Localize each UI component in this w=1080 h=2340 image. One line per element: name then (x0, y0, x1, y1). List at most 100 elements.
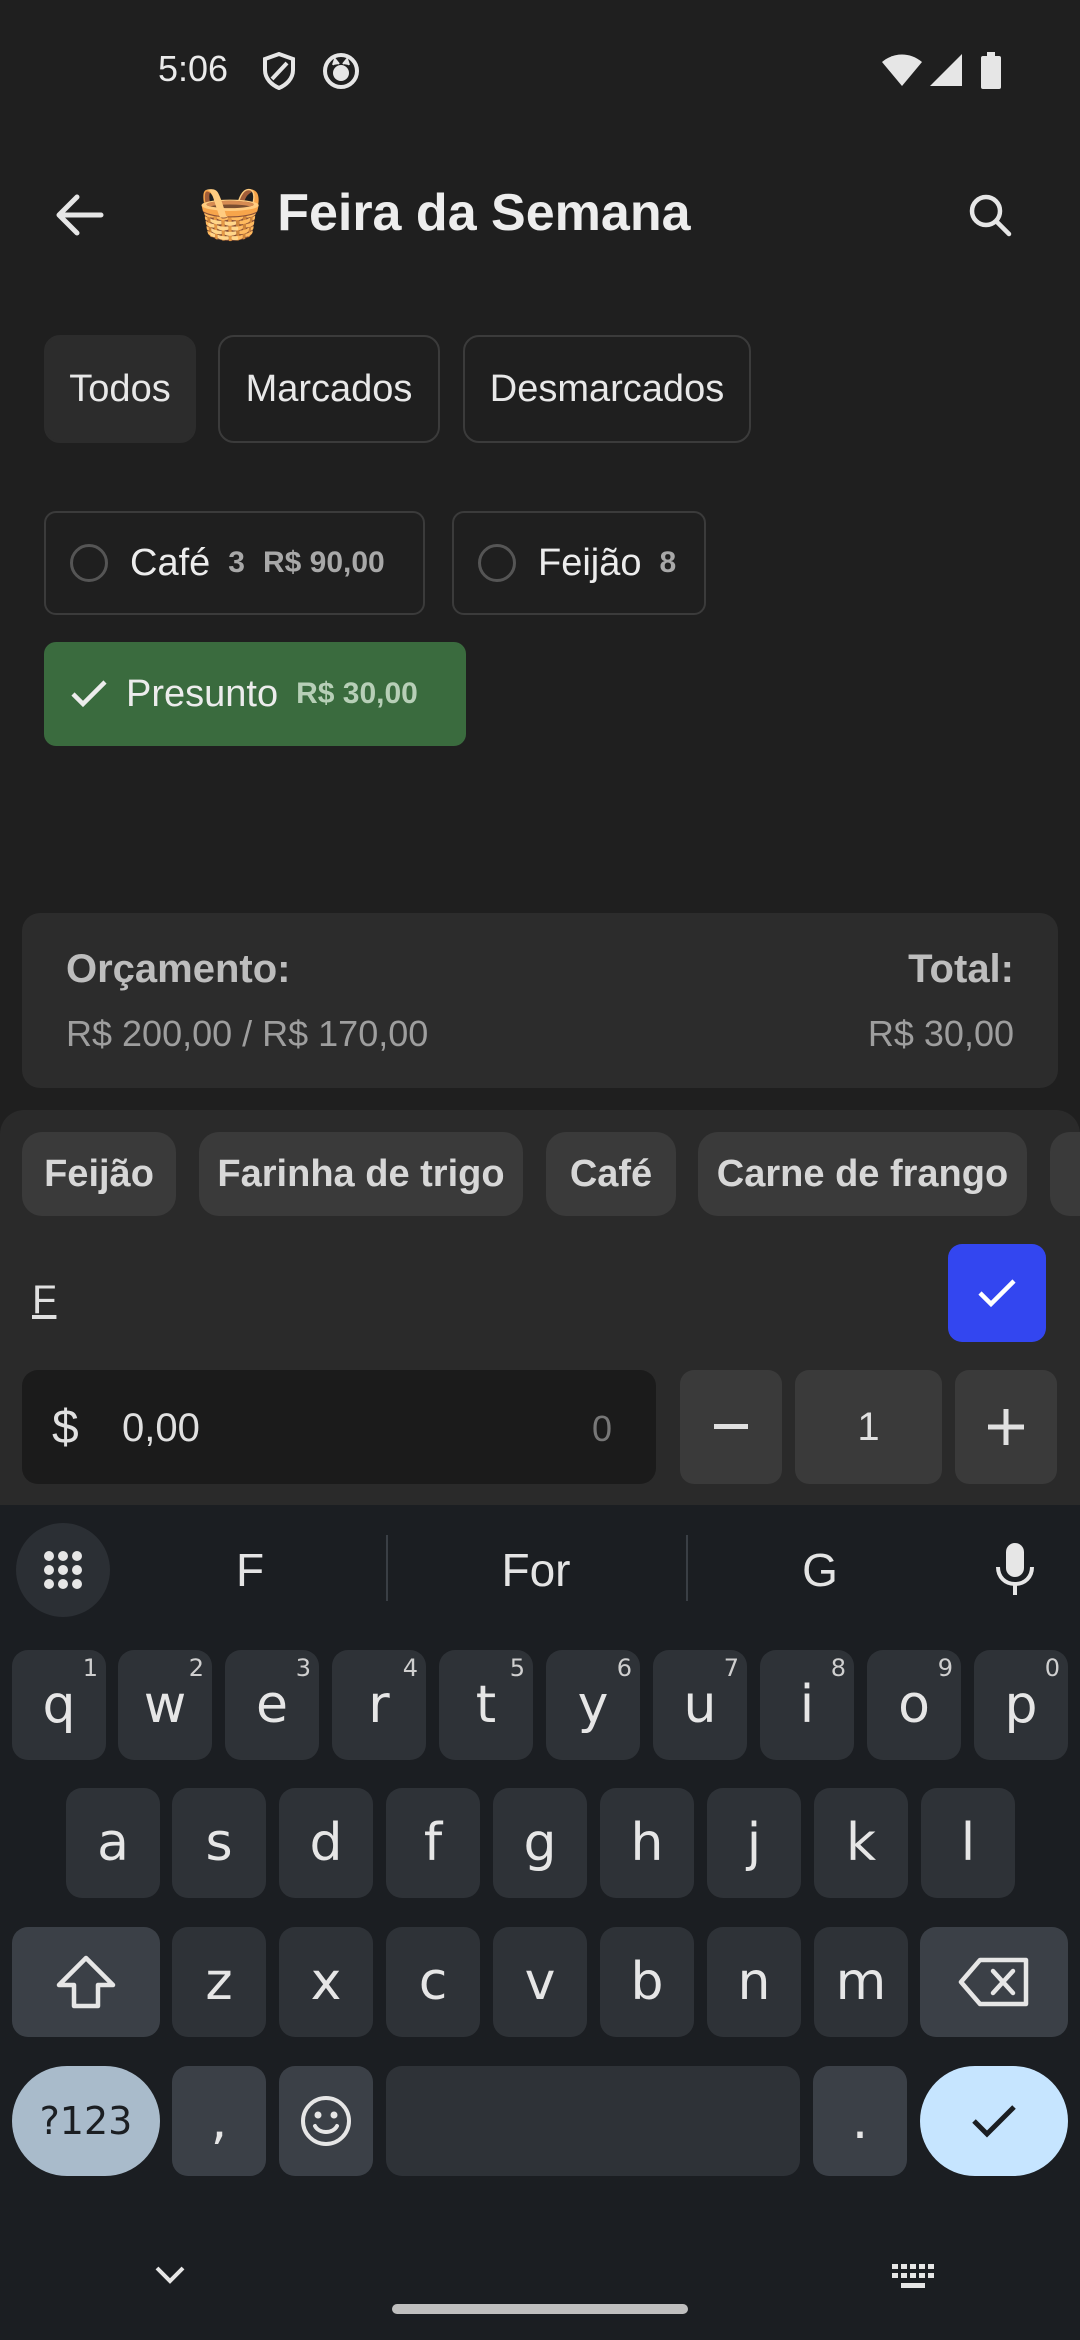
key-a[interactable]: a (66, 1788, 160, 1898)
space-key[interactable] (386, 2066, 800, 2176)
emoji-key[interactable] (279, 2066, 373, 2176)
key-k[interactable]: k (814, 1788, 908, 1898)
suggestion-chip-overflow[interactable] (1050, 1132, 1080, 1216)
backspace-icon (958, 1957, 1029, 2007)
key-i[interactable]: i8 (760, 1650, 854, 1760)
increase-quantity-button[interactable] (955, 1370, 1057, 1484)
keyboard-switch-button[interactable] (884, 2252, 944, 2302)
key-j[interactable]: j (707, 1788, 801, 1898)
price-value: 0,00 (122, 1406, 200, 1450)
key-t[interactable]: t5 (439, 1650, 533, 1760)
symbols-key[interactable]: ?123 (12, 2066, 160, 2176)
key-p[interactable]: p0 (974, 1650, 1068, 1760)
key-r[interactable]: r4 (332, 1650, 426, 1760)
period-key[interactable]: . (813, 2066, 907, 2176)
back-button[interactable] (40, 180, 120, 250)
unchecked-radio-icon (478, 544, 516, 582)
key-v[interactable]: v (493, 1927, 587, 2037)
key-n[interactable]: n (707, 1927, 801, 2037)
item-name-input[interactable]: F (32, 1260, 912, 1340)
keyboard-suggestion[interactable]: G (720, 1543, 920, 1597)
quantity-value[interactable]: 1 (795, 1370, 942, 1484)
key-label: y (577, 1675, 609, 1735)
key-hint: 4 (402, 1654, 418, 1682)
decrease-quantity-button[interactable] (680, 1370, 782, 1484)
item-name: Café (130, 541, 211, 584)
item-chip-feijao[interactable]: Feijão 8 (452, 511, 706, 615)
item-quantity: 8 (659, 546, 677, 579)
shift-key[interactable] (12, 1927, 160, 2037)
item-chip-cafe[interactable]: Café 3 R$ 90,00 (44, 511, 425, 615)
key-label: r (368, 1675, 390, 1735)
comma-key[interactable]: , (172, 2066, 266, 2176)
apps-grid-icon (44, 1551, 82, 1589)
keyboard-menu-button[interactable] (16, 1523, 110, 1617)
key-w[interactable]: w2 (118, 1650, 212, 1760)
minus-icon (714, 1424, 748, 1429)
key-f[interactable]: f (386, 1788, 480, 1898)
key-label: w (143, 1675, 187, 1735)
keyboard-suggestion-bar: F For G (0, 1505, 1080, 1635)
key-l[interactable]: l (921, 1788, 1015, 1898)
key-b[interactable]: b (600, 1927, 694, 2037)
price-input[interactable]: $ 0,00 0 (22, 1370, 656, 1484)
battery-icon (980, 52, 1002, 95)
key-q[interactable]: q1 (12, 1650, 106, 1760)
key-label: t (475, 1675, 497, 1735)
filter-desmarcados[interactable]: Desmarcados (463, 335, 751, 443)
key-z[interactable]: z (172, 1927, 266, 2037)
confirm-button[interactable] (948, 1244, 1046, 1342)
chevron-down-icon (155, 2266, 185, 2284)
suggestion-chip[interactable]: Carne de frango (698, 1132, 1027, 1216)
hide-keyboard-button[interactable] (140, 2250, 200, 2300)
item-quantity: 3 (228, 546, 245, 579)
status-bar: 5:06 (0, 0, 1080, 140)
on-screen-keyboard: F For G q1 w2 e3 r4 t5 y6 u7 i8 o9 p0 a … (0, 1505, 1080, 2340)
key-o[interactable]: o9 (867, 1650, 961, 1760)
key-hint: 3 (295, 1654, 311, 1682)
status-time: 5:06 (158, 48, 229, 89)
voice-input-button[interactable] (985, 1540, 1045, 1600)
key-d[interactable]: d (279, 1788, 373, 1898)
plus-icon (988, 1409, 1024, 1445)
keyboard-suggestion[interactable]: F (150, 1543, 350, 1597)
key-s[interactable]: s (172, 1788, 266, 1898)
key-h[interactable]: h (600, 1788, 694, 1898)
suggestion-chip[interactable]: Farinha de trigo (199, 1132, 523, 1216)
key-y[interactable]: y6 (546, 1650, 640, 1760)
wifi-icon (880, 52, 924, 93)
backspace-key[interactable] (920, 1927, 1068, 2037)
key-m[interactable]: m (814, 1927, 908, 2037)
budget-card: Orçamento: R$ 200,00 / R$ 170,00 Total: … (22, 913, 1058, 1088)
unchecked-radio-icon (70, 544, 108, 582)
key-e[interactable]: e3 (225, 1650, 319, 1760)
shift-arrow-icon (56, 1955, 116, 2009)
budget-value: R$ 200,00 / R$ 170,00 (66, 1013, 429, 1054)
key-hint: 9 (937, 1654, 953, 1682)
filter-marcados[interactable]: Marcados (218, 335, 440, 443)
key-c[interactable]: c (386, 1927, 480, 2037)
enter-key[interactable] (920, 2066, 1068, 2176)
key-label: p (1004, 1675, 1038, 1735)
filter-todos[interactable]: Todos (44, 335, 196, 443)
key-x[interactable]: x (279, 1927, 373, 2037)
key-g[interactable]: g (493, 1788, 587, 1898)
keyboard-suggestion[interactable]: For (436, 1543, 636, 1597)
key-hint: 5 (509, 1654, 525, 1682)
home-gesture-handle[interactable] (392, 2304, 688, 2314)
currency-icon: $ (52, 1401, 79, 1454)
key-hint: 6 (616, 1654, 632, 1682)
search-icon (969, 194, 1012, 237)
check-icon (972, 2105, 1016, 2138)
search-button[interactable] (955, 180, 1025, 250)
navigation-bar (0, 2240, 1080, 2340)
key-label: e (256, 1675, 288, 1735)
item-chip-presunto[interactable]: Presunto R$ 30,00 (44, 642, 466, 746)
suggestion-chip[interactable]: Café (546, 1132, 676, 1216)
arrow-left-icon (56, 194, 104, 236)
total-value: R$ 30,00 (867, 1013, 1014, 1054)
emoji-icon (301, 2096, 351, 2146)
key-u[interactable]: u7 (653, 1650, 747, 1760)
divider (686, 1535, 688, 1601)
suggestion-chip[interactable]: Feijão (22, 1132, 176, 1216)
